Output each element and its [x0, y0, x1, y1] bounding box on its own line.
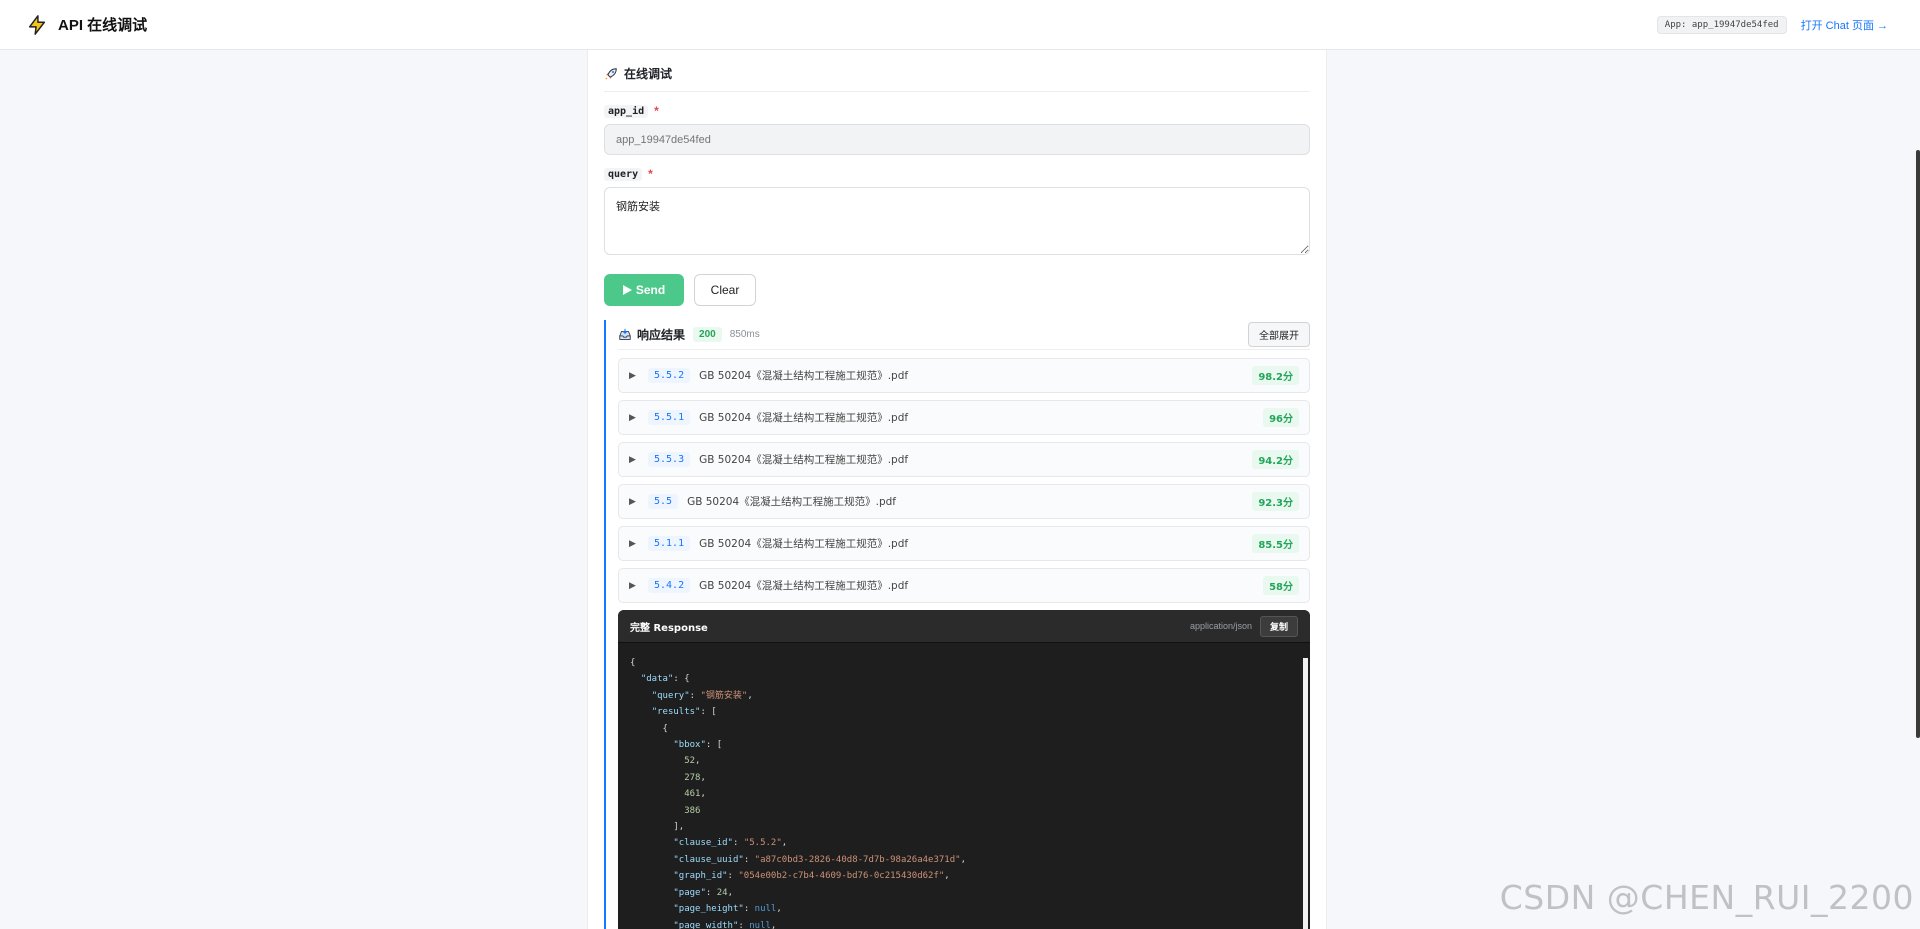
lightning-icon	[28, 14, 46, 35]
app-id-input[interactable]	[604, 124, 1310, 155]
caret-right-icon: ▶	[629, 580, 636, 590]
caret-right-icon: ▶	[629, 412, 636, 422]
clear-button[interactable]: Clear	[694, 274, 756, 306]
send-button[interactable]: Send	[604, 274, 684, 306]
score-badge: 94.2分	[1252, 450, 1299, 469]
section-title: 在线调试	[624, 67, 673, 81]
inbox-icon	[619, 328, 631, 340]
document-name: GB 50204《混凝土结构工程施工规范》.pdf	[699, 538, 909, 550]
list-item[interactable]: ▶ 5.5 GB 50204《混凝土结构工程施工规范》.pdf 92.3分	[618, 484, 1310, 519]
required-mark: *	[654, 104, 659, 118]
caret-right-icon: ▶	[629, 370, 636, 380]
clause-tag: 5.5.1	[648, 410, 691, 425]
document-name: GB 50204《混凝土结构工程施工规范》.pdf	[699, 580, 909, 592]
status-badge: 200	[693, 327, 722, 342]
score-badge: 98.2分	[1252, 366, 1299, 385]
clause-tag: 5.5.2	[648, 368, 691, 383]
code-line: {	[630, 723, 668, 734]
code-line: "bbox": [	[673, 740, 723, 751]
open-chat-link[interactable]: 打开 Chat 页面 →	[1801, 17, 1888, 33]
code-line: "page_height": null,	[673, 904, 782, 915]
code-line: "clause_uuid": "a87c0bd3-2826-40d8-7d7b-…	[673, 854, 966, 865]
response-code-box: 完整 Response application/json 复制 { "data"…	[618, 610, 1310, 929]
app-id-badge: App: app_19947de54fed	[1656, 15, 1787, 34]
response-json: { "data": { "query": "钢筋安装", "results": …	[618, 643, 1310, 929]
caret-right-icon: ▶	[629, 496, 636, 506]
code-line: "clause_id": "5.5.2",	[673, 838, 788, 849]
required-mark: *	[648, 167, 653, 181]
rocket-icon	[605, 67, 617, 80]
query-label: query *	[604, 167, 1310, 181]
result-section: 响应结果 200 850ms 全部展开 ▶ 5.5.2 GB 50204《混凝土…	[604, 320, 1310, 929]
score-badge: 58分	[1263, 576, 1299, 595]
send-button-label: Send	[635, 283, 666, 297]
document-name: GB 50204《混凝土结构工程施工规范》.pdf	[699, 454, 909, 466]
code-line: "page_width": null,	[673, 920, 777, 929]
code-line: "query": "钢筋安装",	[651, 690, 753, 701]
top-bar: API 在线调试 App: app_19947de54fed 打开 Chat 页…	[0, 0, 1920, 50]
code-line: 278,	[684, 772, 706, 783]
document-name: GB 50204《混凝土结构工程施工规范》.pdf	[687, 496, 897, 508]
clause-tag: 5.5.3	[648, 452, 691, 467]
code-line: 461,	[684, 789, 706, 800]
response-title: 完整 Response	[630, 622, 708, 634]
app-id-label: app_id *	[604, 104, 1310, 118]
document-name: GB 50204《混凝土结构工程施工规范》.pdf	[699, 370, 909, 382]
clause-tag: 5.4.2	[648, 578, 691, 593]
response-header: 完整 Response application/json 复制	[618, 610, 1310, 643]
query-input[interactable]: 钢筋安装	[604, 187, 1310, 255]
query-label-text: query	[604, 167, 643, 181]
caret-right-icon: ▶	[629, 538, 636, 548]
code-line: {	[630, 658, 636, 668]
code-line: "results": [	[651, 707, 717, 718]
score-badge: 96分	[1263, 408, 1299, 427]
page-scrollbar[interactable]	[1916, 150, 1920, 738]
score-badge: 85.5分	[1252, 534, 1299, 553]
caret-right-icon: ▶	[629, 454, 636, 464]
section-header: 在线调试	[604, 50, 1310, 92]
watermark: CSDN @CHEN_RUI_2200	[1499, 878, 1914, 917]
code-line: ],	[630, 822, 685, 833]
result-list: ▶ 5.5.2 GB 50204《混凝土结构工程施工规范》.pdf 98.2分 …	[618, 358, 1310, 603]
copy-button[interactable]: 复制	[1259, 615, 1298, 637]
debug-panel: 在线调试 app_id * query * 钢筋安装 Send Clear 响应…	[587, 50, 1327, 929]
code-line: "page": 24,	[673, 887, 733, 898]
code-line: "data": {	[640, 674, 690, 685]
code-scrollbar[interactable]	[1303, 658, 1308, 929]
app-id-label-text: app_id	[604, 104, 649, 118]
result-header: 响应结果 200 850ms 全部展开	[618, 320, 1310, 350]
code-line: 52,	[684, 756, 701, 767]
play-icon	[622, 285, 632, 295]
clause-tag: 5.1.1	[648, 536, 691, 551]
code-line: 386	[684, 805, 701, 816]
page-title: API 在线调试	[58, 17, 148, 34]
list-item[interactable]: ▶ 5.5.1 GB 50204《混凝土结构工程施工规范》.pdf 96分	[618, 400, 1310, 435]
expand-all-button[interactable]: 全部展开	[1248, 322, 1310, 347]
list-item[interactable]: ▶ 5.1.1 GB 50204《混凝土结构工程施工规范》.pdf 85.5分	[618, 526, 1310, 561]
content-type-label: application/json	[1189, 621, 1252, 631]
code-line: "graph_id": "054e00b2-c7b4-4609-bd76-0c2…	[673, 871, 950, 882]
clause-tag: 5.5	[648, 494, 679, 509]
elapsed-time: 850ms	[729, 329, 760, 340]
result-title: 响应结果	[637, 328, 686, 342]
list-item[interactable]: ▶ 5.4.2 GB 50204《混凝土结构工程施工规范》.pdf 58分	[618, 568, 1310, 603]
list-item[interactable]: ▶ 5.5.2 GB 50204《混凝土结构工程施工规范》.pdf 98.2分	[618, 358, 1310, 393]
score-badge: 92.3分	[1252, 492, 1299, 511]
list-item[interactable]: ▶ 5.5.3 GB 50204《混凝土结构工程施工规范》.pdf 94.2分	[618, 442, 1310, 477]
result-title-wrap: 响应结果	[618, 326, 685, 343]
document-name: GB 50204《混凝土结构工程施工规范》.pdf	[699, 412, 909, 424]
